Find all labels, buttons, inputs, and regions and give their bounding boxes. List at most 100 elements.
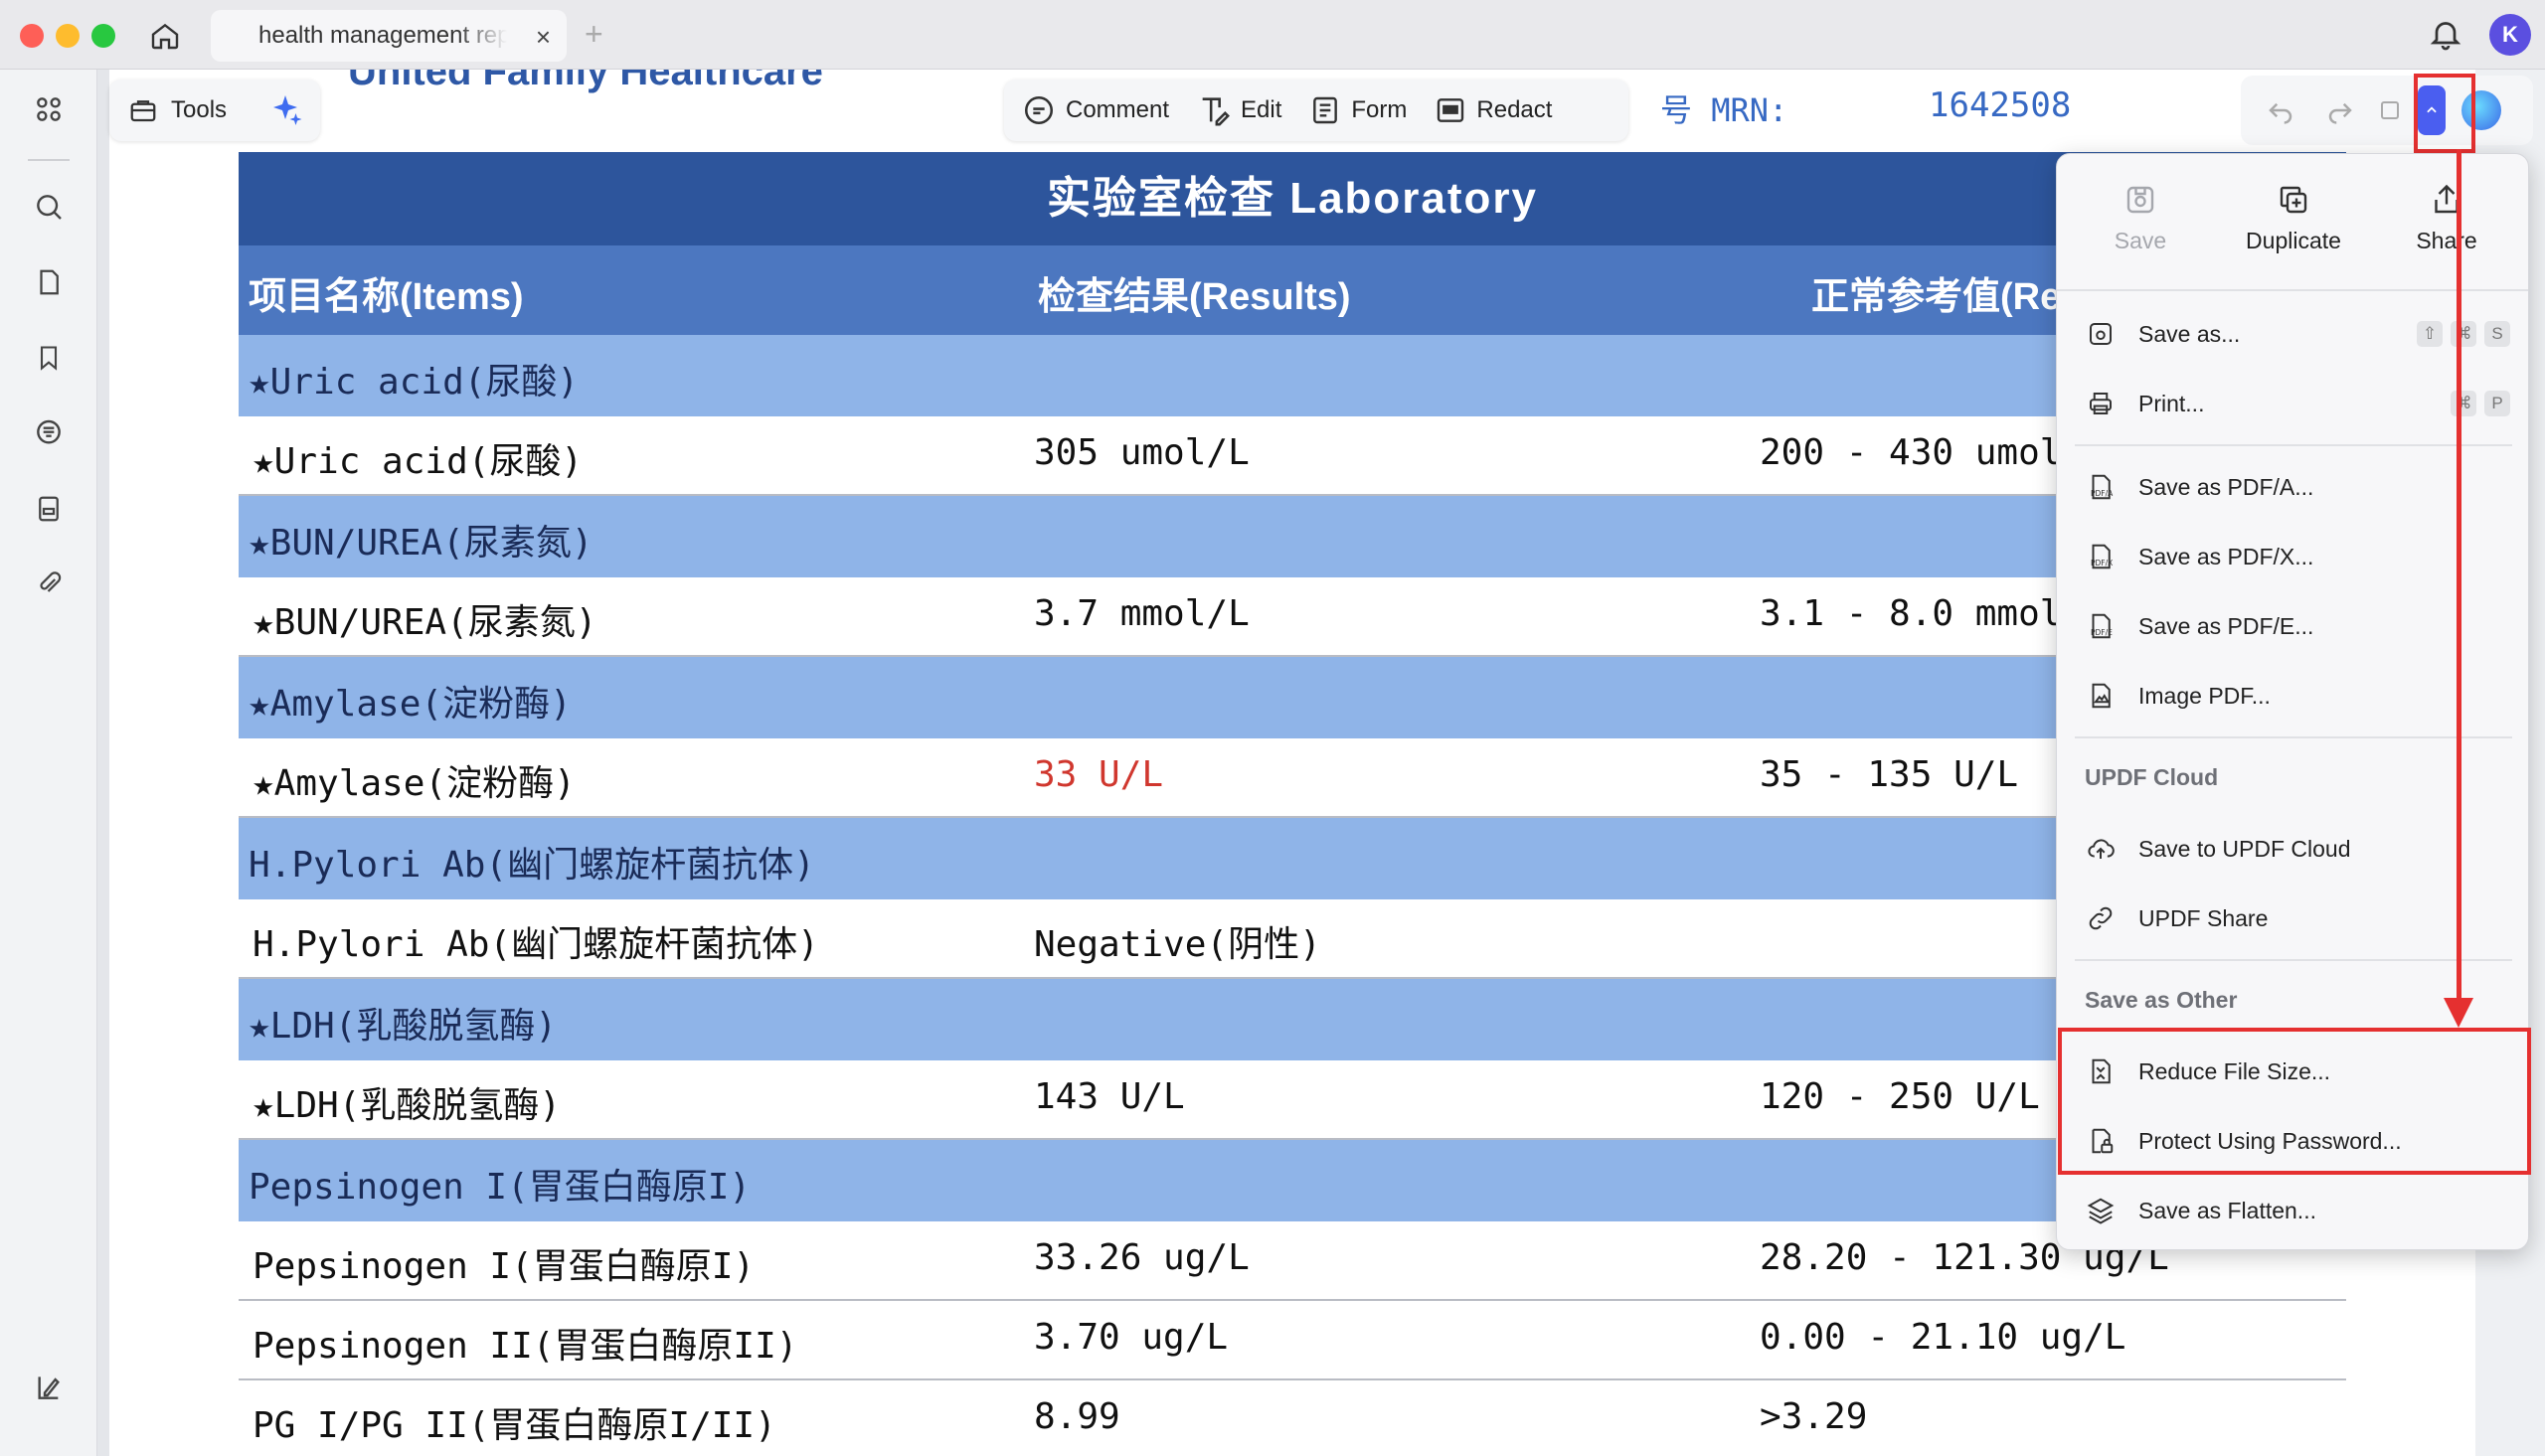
toolbox-icon — [130, 100, 156, 122]
table-group-row: ★Amylase(淀粉酶) — [239, 657, 2346, 738]
annotation-arrow-line — [2457, 149, 2461, 1012]
highlight-box-menu-items — [2058, 1028, 2531, 1175]
menu-item-label: Save as... — [2138, 320, 2241, 347]
menu-item-label: UPDF Share — [2138, 904, 2269, 931]
new-tab-button[interactable]: + — [585, 16, 603, 53]
close-tab-icon[interactable]: × — [536, 22, 551, 53]
ai-assistant-icon[interactable] — [260, 85, 310, 135]
stamp-icon[interactable] — [29, 489, 69, 529]
sidebar-toggle-icon[interactable] — [29, 1368, 69, 1407]
home-icon[interactable] — [145, 16, 185, 56]
mrn-label: 号 MRN: — [1660, 91, 1788, 129]
lab-results-table: 实验室检查 Laboratory 项目名称(Items) 检查结果(Result… — [239, 152, 2346, 1456]
image-pdf-icon — [2083, 678, 2119, 714]
document-tab[interactable]: health management report × — [211, 10, 567, 62]
close-window-button[interactable] — [20, 24, 44, 48]
table-row: Pepsinogen II(胃蛋白酶原II) 3.70 ug/L 0.00 - … — [239, 1301, 2346, 1380]
menu-section-other: Save as Other — [2085, 987, 2238, 1013]
save-icon[interactable] — [2378, 88, 2402, 132]
item-name: H.Pylori Ab(幽门螺旋杆菌抗体) — [253, 924, 819, 965]
svg-text:PDF/A: PDF/A — [2091, 489, 2114, 498]
item-result: 143 U/L — [1034, 1076, 1185, 1117]
menu-item-label: Save as Flatten... — [2138, 1197, 2316, 1223]
group-label: H.Pylori Ab(幽门螺旋杆菌抗体) — [249, 845, 815, 886]
edit-toolbar: Comment Edit Form Redact — [1004, 80, 1628, 141]
pdfx-file-icon: PDF/X — [2083, 539, 2119, 574]
group-label: Pepsinogen I(胃蛋白酶原I) — [249, 1167, 752, 1208]
item-reference: >3.29 — [1760, 1396, 1868, 1437]
shortcut-key: S — [2484, 321, 2510, 347]
save-icon — [2126, 186, 2154, 214]
search-icon[interactable] — [29, 187, 69, 227]
table-title: 实验室检查 Laboratory — [239, 152, 2346, 245]
link-icon — [2083, 900, 2119, 936]
item-reference: 0.00 - 21.10 ug/L — [1760, 1317, 2126, 1358]
redact-button[interactable]: Redact — [1435, 93, 1552, 127]
item-result-abnormal: 33 U/L — [1034, 754, 1164, 795]
menu-duplicate-button[interactable]: Duplicate — [2224, 182, 2363, 254]
item-name: ★Uric acid(尿酸) — [253, 441, 584, 482]
item-name: Pepsinogen I(胃蛋白酶原I) — [253, 1246, 756, 1287]
redact-label: Redact — [1476, 96, 1553, 123]
highlight-box-save-menu — [2414, 74, 2475, 153]
table-row: ★BUN/UREA(尿素氮) 3.7 mmol/L 3.1 - 8.0 mmol… — [239, 577, 2346, 657]
bell-icon[interactable] — [2428, 16, 2467, 56]
duplicate-icon — [2280, 186, 2307, 214]
keyboard-shortcut: ⇧ ⌘ S — [2417, 321, 2510, 347]
attachment-icon[interactable] — [29, 565, 69, 604]
menu-save-button[interactable]: Save — [2071, 182, 2210, 254]
item-result: 8.99 — [1034, 1396, 1120, 1437]
form-button[interactable]: Form — [1309, 93, 1407, 127]
menu-share-button[interactable]: Share — [2377, 182, 2516, 254]
redo-icon[interactable] — [2318, 88, 2362, 132]
column-header-items: 项目名称(Items) — [249, 276, 524, 318]
annotation-arrow-head — [2444, 998, 2473, 1028]
save-label: Save — [2114, 228, 2167, 253]
tab-title: health management report — [258, 22, 507, 49]
edit-label: Edit — [1241, 96, 1282, 123]
comments-icon[interactable] — [29, 413, 69, 453]
thumbnails-grid-icon[interactable] — [29, 89, 69, 129]
tools-toolbar: Tools — [109, 80, 320, 141]
comment-label: Comment — [1066, 96, 1170, 123]
undo-icon[interactable] — [2259, 88, 2302, 132]
bookmark-icon[interactable] — [29, 338, 69, 378]
item-name: PG I/PG II(胃蛋白酶原I/II) — [253, 1405, 776, 1446]
form-icon — [1313, 96, 1338, 124]
comment-icon — [1024, 95, 1054, 125]
zoom-window-button[interactable] — [91, 24, 115, 48]
item-reference: 120 - 250 U/L — [1760, 1076, 2040, 1117]
menu-item-label: Print... — [2138, 390, 2205, 416]
comment-button[interactable]: Comment — [1022, 93, 1169, 127]
shortcut-key: ⌘ — [2451, 321, 2476, 347]
item-result: 3.7 mmol/L — [1034, 593, 1250, 634]
group-label: ★BUN/UREA(尿素氮) — [249, 523, 594, 564]
item-reference: 35 - 135 U/L — [1760, 754, 2019, 795]
table-group-row: Pepsinogen I(胃蛋白酶原I) — [239, 1140, 2346, 1221]
right-toolbar — [2241, 76, 2533, 145]
table-row: H.Pylori Ab(幽门螺旋杆菌抗体) Negative(阴性) — [239, 899, 2346, 979]
menu-item-save-flatten[interactable]: Save as Flatten... — [2057, 1178, 2528, 1243]
svg-text:PDF/E: PDF/E — [2091, 628, 2113, 637]
redact-icon — [1438, 98, 1464, 122]
edit-button[interactable]: Edit — [1197, 93, 1281, 127]
item-name: ★BUN/UREA(尿素氮) — [253, 602, 597, 643]
table-header-row: 项目名称(Items) 检查结果(Results) 正常参考值(Re — [239, 245, 2346, 335]
minimize-window-button[interactable] — [56, 24, 80, 48]
item-reference: 3.1 - 8.0 mmol/ — [1760, 593, 2084, 634]
user-avatar[interactable]: K — [2489, 14, 2531, 56]
item-result: 305 umol/L — [1034, 432, 1250, 473]
table-row: PG I/PG II(胃蛋白酶原I/II) 8.99 >3.29 — [239, 1380, 2346, 1456]
pages-icon[interactable] — [29, 262, 69, 302]
left-sidebar — [0, 70, 97, 1456]
item-result: 3.70 ug/L — [1034, 1317, 1229, 1358]
title-bar: health management report × + K — [0, 0, 2545, 70]
table-row: ★Amylase(淀粉酶) 33 U/L 35 - 135 U/L — [239, 738, 2346, 818]
shortcut-key: ⌘ — [2451, 391, 2476, 416]
tools-button[interactable]: Tools — [109, 80, 260, 141]
item-name: ★Amylase(淀粉酶) — [253, 763, 576, 804]
share-label: Share — [2416, 228, 2477, 253]
menu-item-label: Save as PDF/E... — [2138, 612, 2314, 639]
table-row: ★LDH(乳酸脱氢酶) 143 U/L 120 - 250 U/L — [239, 1060, 2346, 1140]
mrn-value: 1642508 — [1929, 85, 2072, 125]
